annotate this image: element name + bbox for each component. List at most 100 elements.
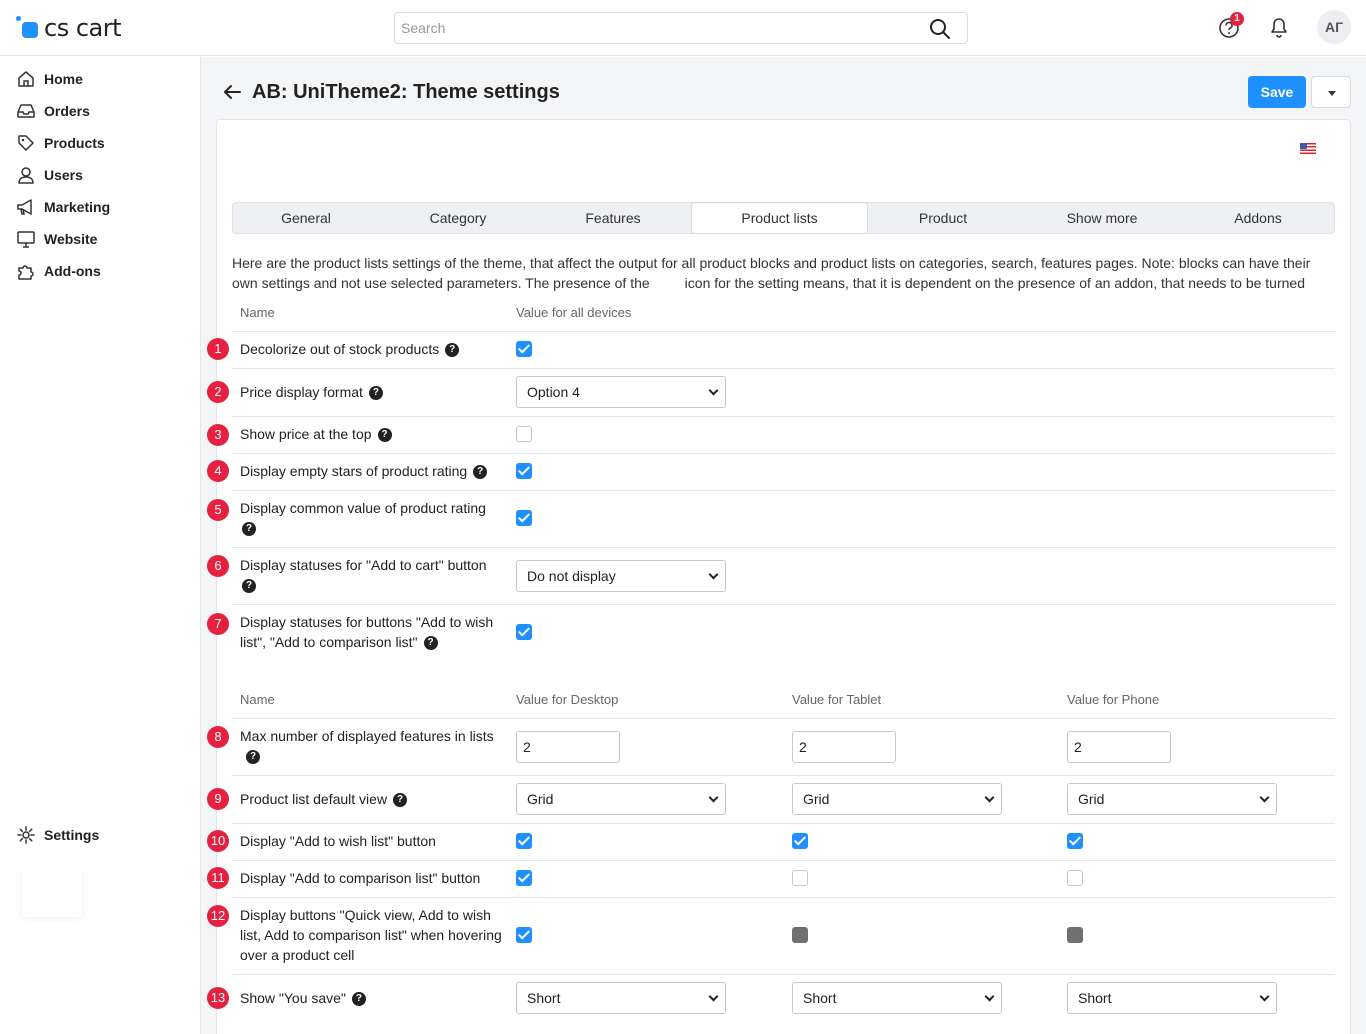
divider <box>232 331 1335 332</box>
sidebar-item-users[interactable]: Users <box>16 163 83 187</box>
sidebar-item-label: Products <box>44 135 105 151</box>
price-display-format-select[interactable]: Option 4 <box>516 376 726 408</box>
chevron-down-icon <box>984 792 995 803</box>
notifications-button[interactable] <box>1266 14 1294 42</box>
column-header-name: Name <box>240 692 275 707</box>
sidebar-item-orders[interactable]: Orders <box>16 99 90 123</box>
help-icon[interactable]: ? <box>393 793 408 808</box>
setting-label: Display common value of product rating? <box>240 498 502 538</box>
help-icon[interactable]: ? <box>473 465 488 480</box>
back-arrow-icon[interactable] <box>220 80 244 104</box>
search-icon[interactable] <box>929 18 951 40</box>
you-save-tablet-select[interactable]: Short <box>792 982 1002 1014</box>
sidebar-item-marketing[interactable]: Marketing <box>16 195 110 219</box>
sidebar-item-website[interactable]: Website <box>16 227 97 251</box>
help-icon[interactable]: ? <box>377 428 392 443</box>
chevron-down-icon <box>1259 991 1270 1002</box>
gear-icon <box>17 826 35 844</box>
tab-product-lists[interactable]: Product lists <box>691 202 868 234</box>
wishlist-comparison-status-checkbox[interactable] <box>516 624 532 640</box>
save-button[interactable]: Save <box>1248 76 1306 108</box>
wishlist-button-desktop-checkbox[interactable] <box>516 833 532 849</box>
setting-label: Show price at the top? <box>240 424 502 444</box>
column-header-phone: Value for Phone <box>1067 692 1160 707</box>
tab-addons[interactable]: Addons <box>1183 203 1333 233</box>
chevron-down-icon <box>708 385 719 396</box>
default-view-tablet-select[interactable]: Grid <box>792 783 1002 815</box>
row-number-badge: 5 <box>207 499 229 521</box>
setting-label: Display buttons "Quick view, Add to wish… <box>240 905 502 965</box>
sidebar-item-label: Users <box>44 167 83 183</box>
tab-product[interactable]: Product <box>873 203 1013 233</box>
decolorize-out-of-stock-checkbox[interactable] <box>516 341 532 357</box>
row-number-badge: 13 <box>207 987 229 1009</box>
help-icon[interactable]: ? <box>368 386 383 401</box>
hover-buttons-desktop-checkbox[interactable] <box>516 927 532 943</box>
us-flag-icon[interactable] <box>1300 143 1316 154</box>
row-number-badge: 12 <box>207 905 229 927</box>
max-features-phone-input[interactable] <box>1067 731 1171 763</box>
setting-label-text: Display buttons "Quick view, Add to wish… <box>240 907 502 963</box>
setting-label: Product list default view? <box>240 789 502 809</box>
sidebar-item-settings[interactable]: Settings <box>16 823 99 847</box>
you-save-desktop-select[interactable]: Short <box>516 982 726 1014</box>
divider <box>232 604 1335 605</box>
more-actions-dropdown[interactable] <box>1311 76 1351 108</box>
caret-down-icon <box>1328 91 1336 96</box>
tab-category[interactable]: Category <box>383 203 533 233</box>
help-icon[interactable]: ? <box>242 579 256 594</box>
you-save-phone-select[interactable]: Short <box>1067 982 1277 1014</box>
help-icon[interactable]: ? <box>423 636 438 651</box>
wishlist-button-tablet-checkbox[interactable] <box>792 833 808 849</box>
setting-label-text: Display statuses for "Add to cart" butto… <box>240 557 487 573</box>
megaphone-icon <box>17 199 32 215</box>
comparison-button-tablet-checkbox[interactable] <box>792 870 808 886</box>
comparison-button-desktop-checkbox[interactable] <box>516 870 532 886</box>
setting-label-text: Show "You save" <box>240 990 346 1006</box>
show-price-at-top-checkbox[interactable] <box>516 426 532 442</box>
select-value: Grid <box>527 791 554 807</box>
column-header-all-devices: Value for all devices <box>516 305 632 320</box>
comparison-button-phone-checkbox[interactable] <box>1067 870 1083 886</box>
display-empty-stars-checkbox[interactable] <box>516 463 532 479</box>
setting-label-text: Decolorize out of stock products <box>240 341 440 357</box>
puzzle-icon <box>18 265 34 280</box>
help-center-button[interactable]: 1 <box>1216 12 1244 42</box>
chevron-down-icon <box>984 991 995 1002</box>
sidebar-item-products[interactable]: Products <box>16 131 105 155</box>
max-features-tablet-input[interactable] <box>792 731 896 763</box>
hover-buttons-tablet-checkbox <box>792 927 808 943</box>
divider <box>232 453 1335 454</box>
row-number-badge: 6 <box>207 555 229 577</box>
top-bar: cs cart 1 АГ <box>0 0 1366 56</box>
cs-cart-logo[interactable]: cs cart <box>16 14 122 42</box>
setting-label: Display "Add to comparison list" button <box>240 868 510 888</box>
default-view-desktop-select[interactable]: Grid <box>516 783 726 815</box>
help-icon[interactable]: ? <box>351 992 366 1007</box>
help-icon[interactable]: ? <box>242 522 256 537</box>
help-icon[interactable]: ? <box>445 343 460 358</box>
help-icon[interactable]: ? <box>246 750 260 765</box>
select-value: Grid <box>1078 791 1105 807</box>
row-number-badge: 4 <box>207 460 229 482</box>
setting-label: Display statuses for buttons "Add to wis… <box>240 612 505 652</box>
wishlist-button-phone-checkbox[interactable] <box>1067 833 1083 849</box>
display-common-rating-checkbox[interactable] <box>516 510 532 526</box>
tab-general[interactable]: General <box>233 203 379 233</box>
row-number-badge: 10 <box>207 830 229 852</box>
sidebar-item-add-ons[interactable]: Add-ons <box>16 259 101 283</box>
tab-features[interactable]: Features <box>538 203 688 233</box>
add-to-cart-status-select[interactable]: Do not display <box>516 560 726 592</box>
max-features-desktop-input[interactable] <box>516 731 620 763</box>
row-number-badge: 2 <box>207 381 229 403</box>
search-input[interactable] <box>395 13 915 43</box>
chevron-down-icon <box>1259 792 1270 803</box>
sidebar-item-label: Website <box>44 231 98 247</box>
default-view-phone-select[interactable]: Grid <box>1067 783 1277 815</box>
monitor-icon <box>17 231 35 248</box>
avatar[interactable]: АГ <box>1317 10 1351 44</box>
setting-label: Display empty stars of product rating? <box>240 461 510 481</box>
setting-label-text: Display common value of product rating <box>240 500 486 516</box>
sidebar-item-home[interactable]: Home <box>16 67 83 91</box>
tab-show-more[interactable]: Show more <box>1028 203 1176 233</box>
